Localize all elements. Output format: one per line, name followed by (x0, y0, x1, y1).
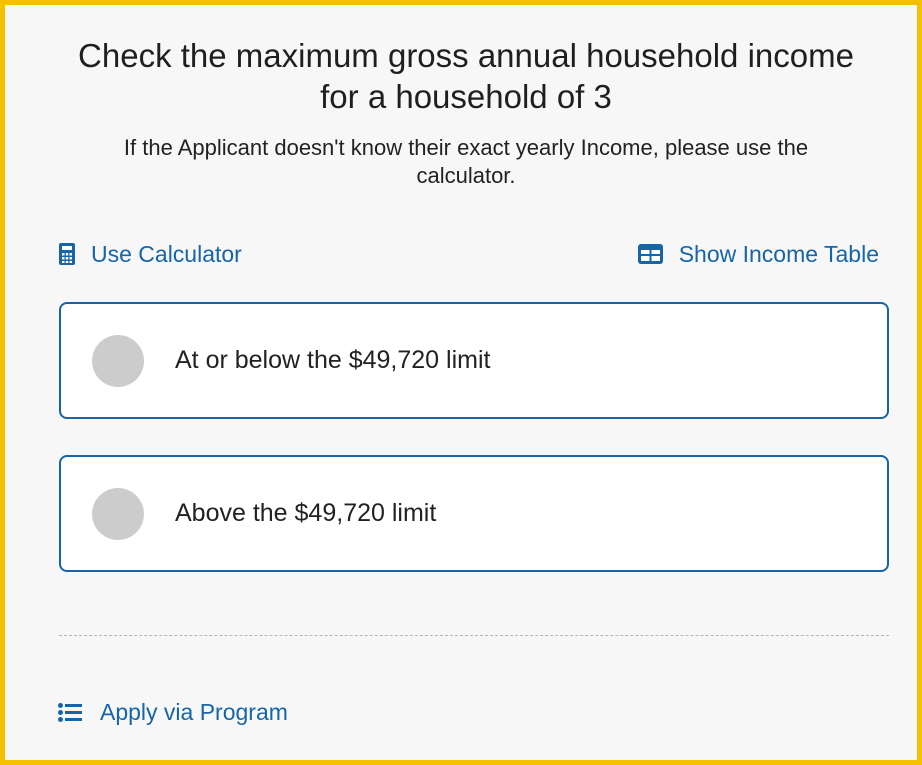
option-at-or-below-limit[interactable]: At or below the $49,720 limit (59, 302, 889, 419)
income-check-panel: Check the maximum gross annual household… (0, 0, 922, 765)
apply-via-program-label: Apply via Program (100, 698, 288, 725)
option-label: At or below the $49,720 limit (175, 346, 491, 374)
option-above-limit[interactable]: Above the $49,720 limit (59, 455, 889, 572)
divider (59, 635, 889, 636)
apply-via-program-link[interactable]: Apply via Program (58, 697, 288, 727)
page-title: Check the maximum gross annual household… (45, 35, 887, 117)
list-icon (58, 702, 82, 722)
table-icon (637, 244, 663, 264)
title-line-1: Check the maximum gross annual household… (78, 37, 854, 74)
option-label: Above the $49,720 limit (175, 499, 437, 527)
subtitle-line-2: calculator. (416, 163, 516, 188)
calculator-icon (58, 242, 76, 266)
radio-button[interactable] (92, 487, 144, 540)
page-subtitle: If the Applicant doesn't know their exac… (85, 134, 847, 190)
radio-button[interactable] (92, 334, 144, 387)
use-calculator-link[interactable]: Use Calculator (58, 239, 242, 269)
subtitle-line-1: If the Applicant doesn't know their exac… (123, 135, 809, 160)
show-income-table-label: Show Income Table (678, 240, 879, 267)
title-line-2: for a household of 3 (320, 78, 612, 115)
use-calculator-label: Use Calculator (91, 240, 242, 267)
show-income-table-link[interactable]: Show Income Table (637, 239, 879, 269)
